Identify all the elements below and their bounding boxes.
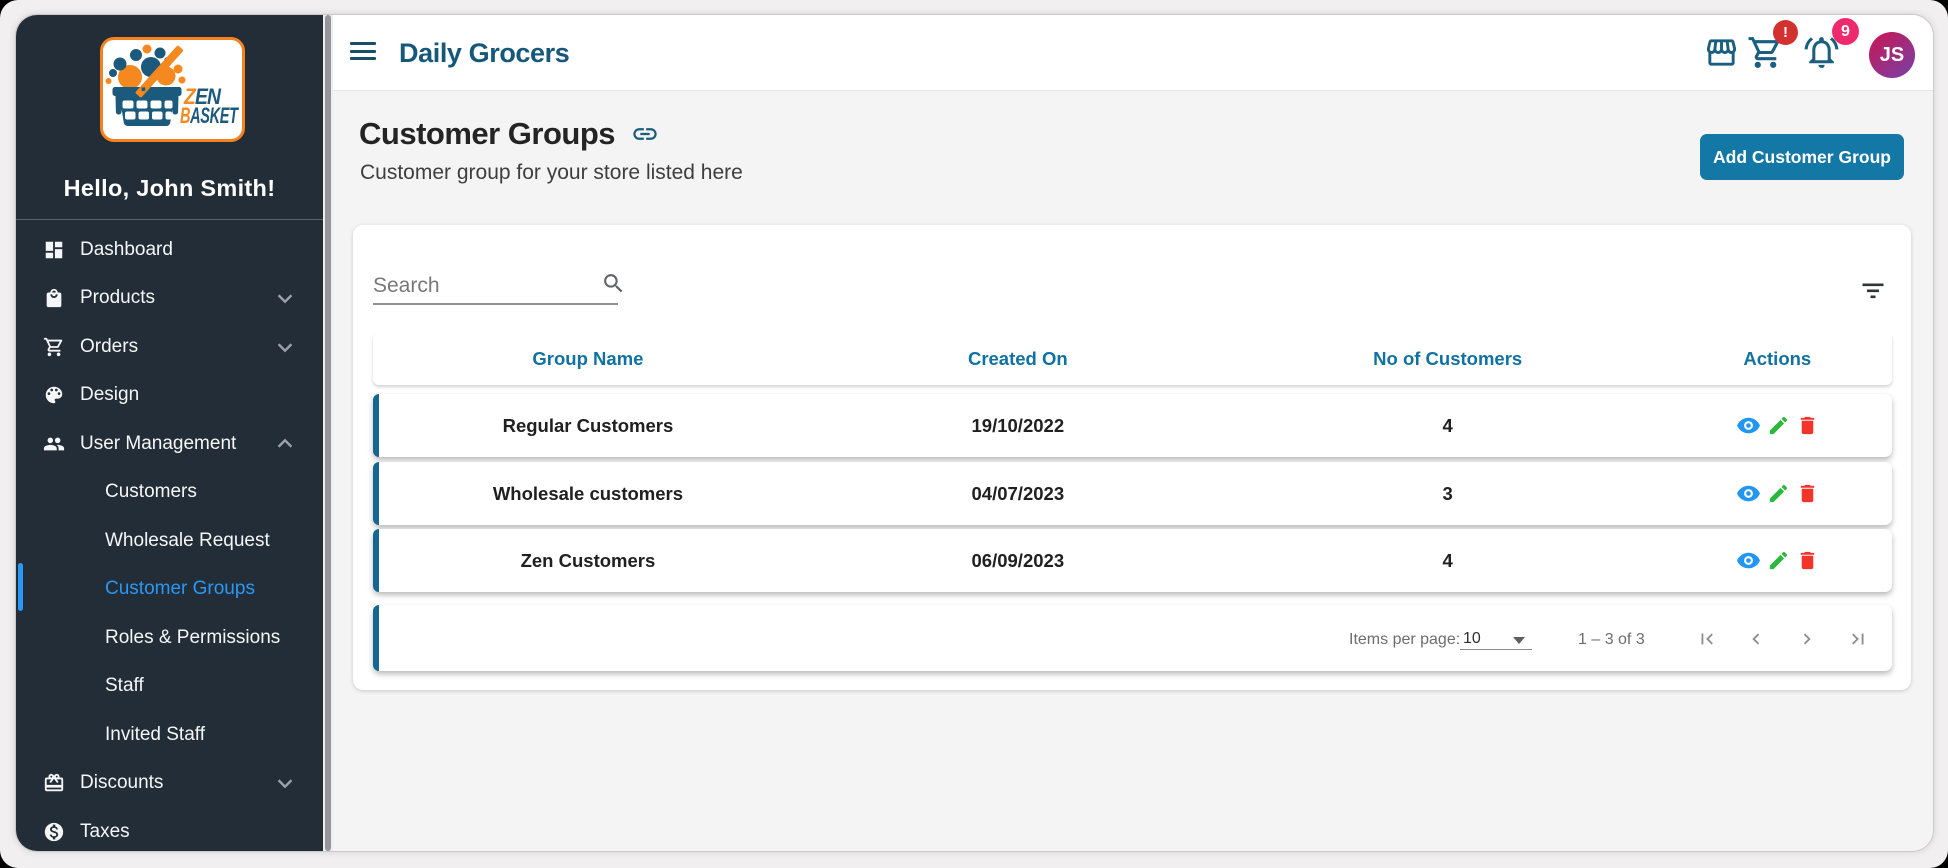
svg-text:BASKET: BASKET [180,103,239,128]
